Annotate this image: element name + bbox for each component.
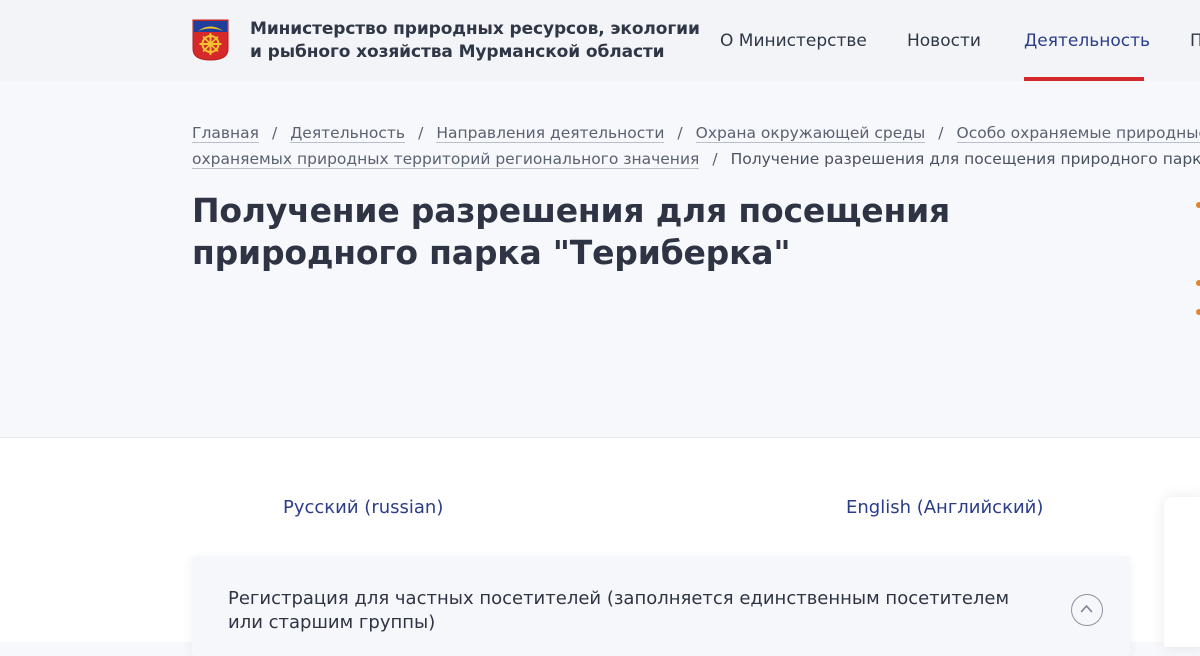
org-name[interactable]: Министерство природных ресурсов, экологи… (250, 18, 700, 64)
breadcrumb-current: Получение разрешения для посещения приро… (731, 150, 1200, 168)
nav-item-about[interactable]: О Министерстве (720, 31, 867, 51)
side-indicator-dot (1196, 309, 1200, 315)
nav-item-activity[interactable]: Деятельность (1024, 31, 1150, 51)
language-link-english[interactable]: English (Английский) (846, 497, 1043, 518)
language-link-russian[interactable]: Русский (russian) (283, 497, 443, 518)
breadcrumb-separator: / (272, 124, 277, 142)
active-nav-indicator (1024, 77, 1144, 81)
nav-item-news[interactable]: Новости (907, 31, 981, 51)
breadcrumb-activity[interactable]: Деятельность (290, 124, 405, 143)
murmansk-region-coat-of-arms-icon[interactable] (192, 19, 229, 61)
breadcrumb-environment[interactable]: Охрана окружающей среды (696, 124, 926, 143)
side-indicator-dot (1196, 280, 1200, 286)
accordion-title[interactable]: Регистрация для частных посетителей (зап… (228, 587, 1048, 635)
breadcrumb-separator: / (677, 124, 682, 142)
page-title: Получение разрешения для посещения приро… (192, 190, 1152, 274)
breadcrumb: Главная / Деятельность / Направления деятель… (192, 119, 1200, 175)
side-indicator-dot (1196, 202, 1200, 208)
nav-item-truncated[interactable]: П (1190, 31, 1200, 51)
side-panel (1164, 497, 1200, 647)
chevron-up-icon (1080, 604, 1093, 613)
breadcrumb-home[interactable]: Главная (192, 124, 259, 143)
accordion-private-visitors[interactable]: Регистрация для частных посетителей (зап… (192, 556, 1130, 656)
breadcrumb-separator: / (938, 124, 943, 142)
site-header: Министерство природных ресурсов, экологи… (0, 0, 1200, 81)
breadcrumb-separator: / (418, 124, 423, 142)
breadcrumb-directions[interactable]: Направления деятельности (436, 124, 664, 143)
breadcrumb-regional-areas[interactable]: охраняемых природных территорий регионал… (192, 150, 699, 169)
accordion-toggle-button[interactable] (1071, 594, 1103, 626)
breadcrumb-separator: / (712, 150, 717, 168)
breadcrumb-protected-areas[interactable]: Особо охраняемые природные те (957, 124, 1200, 143)
